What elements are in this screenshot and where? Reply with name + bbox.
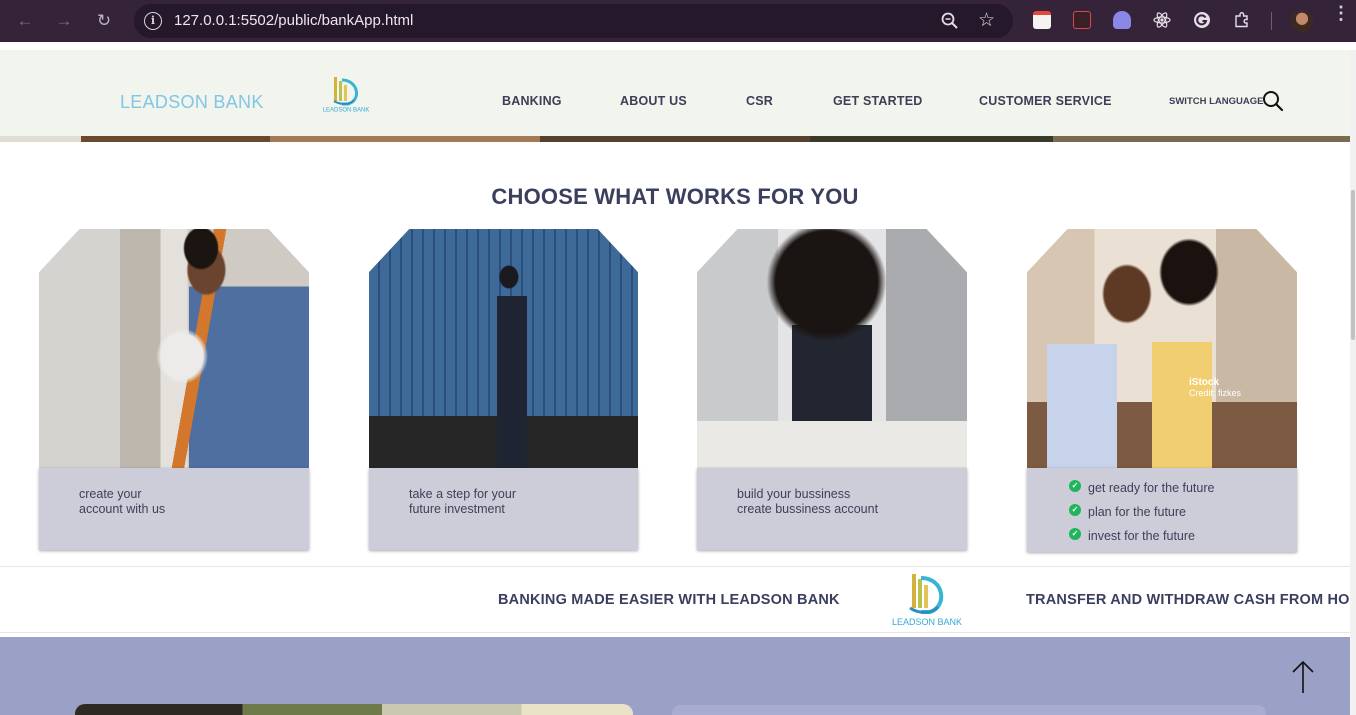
scroll-to-top-arrow-icon[interactable]	[1290, 659, 1316, 695]
check-item-label: invest for the future	[1088, 529, 1196, 543]
nav-about-us[interactable]: ABOUT US	[620, 94, 687, 108]
back-icon[interactable]: ←	[12, 8, 38, 34]
reload-icon[interactable]: ↻	[91, 8, 117, 34]
check-circle-icon: ✓	[1069, 528, 1081, 540]
list-item: ✓ plan for the future	[1069, 500, 1214, 524]
logo-text: LEADSON BANK	[892, 617, 962, 627]
card-image-father-baby	[39, 229, 309, 469]
card-image-woman-laptop	[697, 229, 967, 469]
check-circle-icon: ✓	[1069, 504, 1081, 516]
ghost-extension-icon[interactable]	[1113, 11, 1131, 29]
card-body: take a step for your future investment	[369, 468, 638, 550]
card-text: take a step for your future investment	[409, 487, 516, 517]
nav-get-started[interactable]: GET STARTED	[833, 94, 922, 108]
card-line-1: build your bussiness	[737, 487, 851, 501]
extensions-puzzle-icon[interactable]	[1233, 11, 1251, 29]
card-body: create your account with us	[39, 468, 309, 550]
promo-marquee: BANKING MADE EASIER WITH LEADSON BANK LE…	[0, 566, 1350, 633]
card-text: build your bussiness create bussiness ac…	[737, 487, 878, 517]
card-future-investment[interactable]: take a step for your future investment	[369, 229, 638, 551]
image-watermark: iStock Credit: fizkes	[1189, 377, 1242, 399]
card-business-account[interactable]: build your bussiness create bussiness ac…	[697, 229, 967, 551]
card-body: ✓ get ready for the future ✓ plan for th…	[1027, 468, 1297, 552]
nav-banking[interactable]: BANKING	[502, 94, 562, 108]
lower-section	[0, 637, 1350, 715]
logo-text: LEADSON BANK	[323, 108, 370, 114]
bookmark-star-icon[interactable]: ☆	[978, 9, 995, 32]
watermark-credit: Credit: fizkes	[1189, 388, 1242, 398]
search-icon[interactable]	[1262, 90, 1284, 112]
leadson-bank-logo: LEADSON BANK	[892, 574, 962, 627]
page-scrollbar-thumb[interactable]	[1351, 190, 1355, 340]
card-create-account[interactable]: create your account with us	[39, 229, 309, 551]
brand-name[interactable]: LEADSON BANK	[120, 92, 264, 113]
notion-extension-icon[interactable]	[1073, 11, 1091, 29]
calendar-extension-icon[interactable]	[1033, 11, 1051, 29]
grammarly-extension-icon[interactable]	[1193, 11, 1211, 29]
card-line-2: account with us	[79, 502, 166, 516]
lower-section-image	[75, 704, 633, 715]
react-devtools-icon[interactable]	[1153, 11, 1171, 29]
card-line-2: future investment	[409, 502, 505, 516]
switch-language-link[interactable]: SWITCH LANGUAGE	[1169, 96, 1263, 107]
zoom-icon[interactable]	[939, 10, 961, 32]
card-line-1: create your	[79, 487, 142, 501]
feature-check-list: ✓ get ready for the future ✓ plan for th…	[1069, 476, 1214, 548]
forward-icon[interactable]: →	[51, 8, 77, 34]
site-header: LEADSON BANK	[0, 50, 1350, 136]
check-item-label: plan for the future	[1088, 505, 1186, 519]
nav-customer-service[interactable]: CUSTOMER SERVICE	[979, 94, 1112, 108]
card-body: build your bussiness create bussiness ac…	[697, 468, 967, 550]
marquee-text-banking: BANKING MADE EASIER WITH LEADSON BANK	[498, 592, 840, 608]
section-title: CHOOSE WHAT WORKS FOR YOU	[491, 184, 859, 209]
profile-avatar[interactable]	[1291, 10, 1313, 32]
list-item: ✓ invest for the future	[1069, 524, 1214, 548]
card-image-skyscraper-man	[369, 229, 638, 469]
watermark-brand: iStock	[1189, 377, 1220, 388]
card-line-1: take a step for your	[409, 487, 517, 501]
card-line-2: create bussiness account	[737, 502, 879, 516]
card-text: create your account with us	[79, 487, 165, 517]
toolbar-divider	[1271, 12, 1272, 30]
check-circle-icon: ✓	[1069, 480, 1081, 492]
card-plan-future[interactable]: iStock Credit: fizkes ✓ get ready for th…	[1027, 229, 1297, 553]
check-item-label: get ready for the future	[1088, 481, 1215, 495]
lower-section-card	[672, 705, 1266, 715]
address-bar[interactable]: i 127.0.0.1:5502/public/bankApp.html ☆	[134, 4, 1013, 38]
page-scrollbar-track[interactable]	[1350, 50, 1356, 715]
card-image-couple-laptop: iStock Credit: fizkes	[1027, 229, 1297, 469]
browser-menu-icon[interactable]: ⋮	[1332, 4, 1350, 22]
browser-toolbar: ← → ↻ i 127.0.0.1:5502/public/bankApp.ht…	[0, 0, 1356, 42]
leadson-bank-logo[interactable]: LEADSON BANK	[320, 74, 372, 114]
nav-csr[interactable]: CSR	[746, 94, 773, 108]
list-item: ✓ get ready for the future	[1069, 476, 1214, 500]
marquee-text-transfer: TRANSFER AND WITHDRAW CASH FROM HO	[1026, 592, 1350, 608]
url-text[interactable]: 127.0.0.1:5502/public/bankApp.html	[174, 12, 413, 29]
site-info-icon[interactable]: i	[144, 12, 162, 30]
